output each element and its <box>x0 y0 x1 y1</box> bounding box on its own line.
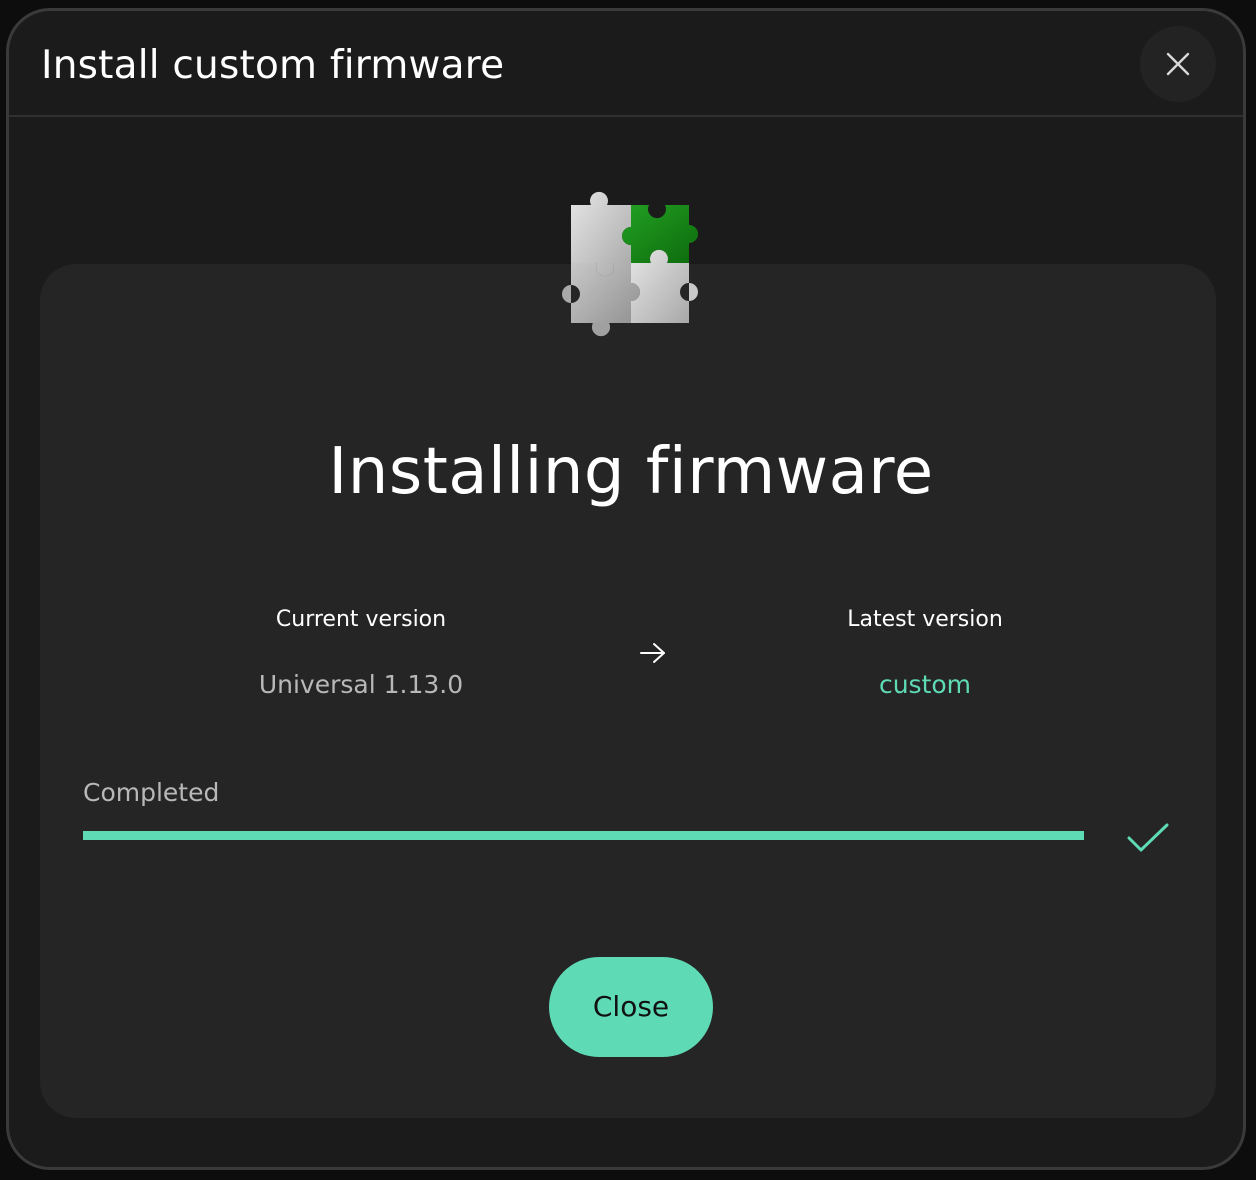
firmware-dialog: Install custom firmware Installing firmw… <box>6 8 1246 1170</box>
progress-status-label: Completed <box>83 778 220 807</box>
latest-version-label: Latest version <box>847 607 1003 632</box>
dialog-title: Install custom firmware <box>41 43 505 88</box>
checkmark-icon <box>1127 823 1169 852</box>
dialog-header: Install custom firmware <box>9 11 1243 117</box>
page-heading: Installing firmware <box>328 435 934 509</box>
latest-version-value: custom <box>878 670 972 699</box>
current-version-label: Current version <box>275 607 447 632</box>
close-icon <box>1166 52 1190 76</box>
current-version-value: Universal 1.13.0 <box>258 670 464 699</box>
puzzle-pieces-icon <box>562 191 698 337</box>
close-button[interactable]: Close <box>549 957 713 1057</box>
progress-bar-fill <box>83 831 1084 840</box>
progress-bar <box>83 831 1084 840</box>
dialog-close-button[interactable] <box>1140 26 1216 102</box>
arrow-right-icon <box>640 643 665 663</box>
